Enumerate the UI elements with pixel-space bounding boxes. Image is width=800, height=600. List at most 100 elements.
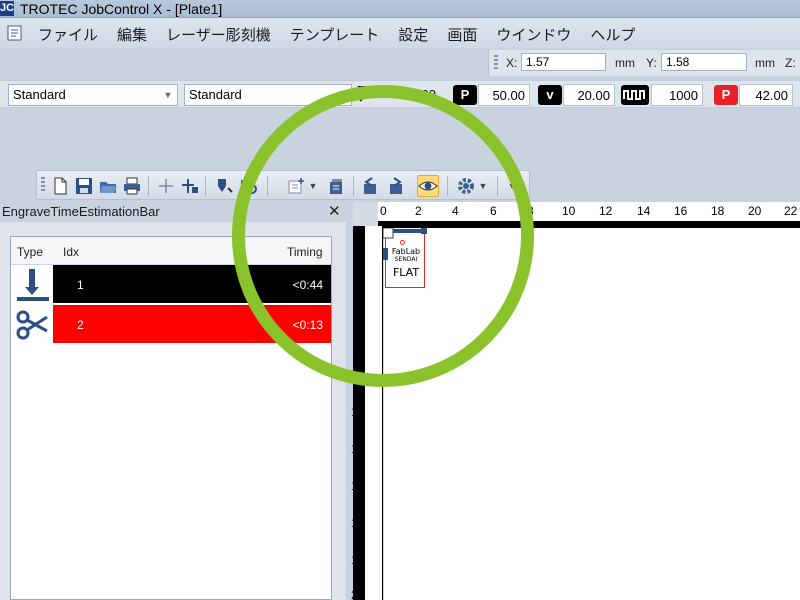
material-combo-value: Standard — [13, 87, 66, 102]
menu-help[interactable]: ヘルプ — [590, 24, 635, 45]
menu-bar: ファイル 編集 レーザー彫刻機 テンプレート 設定 画面 ウインドウ ヘルプ — [0, 18, 800, 48]
app-icon: JC — [0, 1, 15, 16]
queue-icon[interactable] — [325, 175, 347, 197]
ruler-tick: 20 — [748, 204, 762, 218]
toolbar-separator — [353, 176, 354, 196]
row-idx: 1 — [77, 278, 84, 292]
ruler-tick: 4 — [355, 294, 362, 308]
design-object[interactable]: FabLab SENDAI FLAT — [383, 228, 427, 288]
menu-laser-engraver[interactable]: レーザー彫刻機 — [166, 24, 271, 45]
velocity-input[interactable]: 20.00 — [563, 84, 615, 106]
table-row[interactable]: 2 <0:13 — [53, 305, 331, 343]
toolbar-separator — [447, 176, 448, 196]
menu-edit[interactable]: 編集 — [117, 24, 147, 45]
window-title: TROTEC JobControl X - [Plate1] — [20, 1, 223, 17]
menu-window[interactable]: ウインドウ — [496, 24, 571, 45]
save-icon[interactable] — [73, 175, 95, 197]
toolbar-separator — [205, 176, 206, 196]
menu-settings[interactable]: 設定 — [398, 24, 428, 45]
open-folder-icon[interactable] — [97, 175, 119, 197]
add-job-icon[interactable] — [285, 175, 307, 197]
menu-view[interactable]: 画面 — [447, 24, 477, 45]
toolbar-separator — [267, 176, 268, 196]
engrave-type-icon — [17, 269, 49, 301]
scissors-icon — [16, 310, 48, 340]
ruler-tick: 18 — [351, 553, 365, 567]
velocity-badge: v — [538, 85, 562, 105]
ruler-tick: 22 — [784, 204, 798, 218]
import-icon[interactable] — [359, 175, 381, 197]
toolbar-separator — [497, 176, 498, 196]
coordinate-bar: X: 1.57 mm Y: 1.58 mm Z: — [488, 50, 800, 76]
ruler-tick: 2 — [355, 256, 362, 270]
ruler-tick: 8 — [355, 368, 362, 382]
ruler-tick: 12 — [351, 442, 365, 456]
engrave-panel-header: EngraveTimeEstimationBar ✕ — [0, 202, 346, 222]
frequency-input[interactable]: 1000 — [651, 84, 703, 106]
row-timing: <0:13 — [292, 318, 323, 332]
parameter-bar: Standard ▼ Standard ▼ 5.00 P 50.00 v 20.… — [0, 80, 800, 108]
table-row[interactable]: 1 <0:44 — [53, 265, 331, 303]
row-idx: 2 — [77, 318, 84, 332]
ruler-tick: 0 — [380, 204, 387, 218]
power-input[interactable]: 50.00 — [478, 84, 530, 106]
column-header-timing[interactable]: Timing — [287, 245, 323, 259]
column-header-idx[interactable]: Idx — [63, 245, 79, 259]
thickness-icon — [358, 86, 376, 102]
engrave-panel-title: EngraveTimeEstimationBar — [2, 204, 160, 219]
chevron-down-icon[interactable]: ▼ — [335, 86, 349, 104]
settings-gear-icon[interactable] — [455, 175, 477, 197]
new-file-icon[interactable] — [49, 175, 71, 197]
crosshair-icon[interactable] — [155, 175, 177, 197]
process-combo-value: Standard — [189, 87, 242, 102]
ruler-tick: 20 — [351, 588, 365, 600]
ruler-tick: 18 — [711, 204, 725, 218]
export-icon[interactable] — [385, 175, 407, 197]
toolbar-grip-icon[interactable] — [41, 177, 45, 193]
toolbar-separator — [148, 176, 149, 196]
print-icon[interactable] — [121, 175, 143, 197]
close-icon[interactable]: ✕ — [328, 202, 341, 220]
menu-template[interactable]: テンプレート — [290, 24, 380, 45]
job-canvas[interactable] — [384, 228, 800, 600]
x-label: X: — [506, 56, 518, 70]
toolbar-grip-icon[interactable] — [494, 55, 498, 71]
x-coordinate-input[interactable]: 1.57 — [521, 53, 606, 71]
red-power-input[interactable]: 42.00 — [739, 84, 793, 106]
toolbar-dock-area — [0, 108, 800, 168]
design-text-line2: SENDAI — [394, 256, 418, 263]
preview-eye-icon[interactable] — [417, 175, 439, 197]
design-text-line3: FLAT — [392, 266, 420, 279]
z-label: Z: — [785, 56, 796, 70]
ruler-tick: 10 — [351, 405, 365, 419]
ruler-tick: 14 — [637, 204, 651, 218]
x-unit: mm — [615, 56, 635, 70]
laser-head-icon[interactable] — [213, 175, 235, 197]
y-coordinate-input[interactable]: 1.58 — [661, 53, 747, 71]
ruler-tick: 6 — [355, 331, 362, 345]
add-marker-icon[interactable] — [179, 175, 201, 197]
thickness-value[interactable]: 5.00 — [380, 84, 440, 106]
column-header-type[interactable]: Type — [17, 245, 43, 259]
title-bar: JC TROTEC JobControl X - [Plate1] — [0, 0, 800, 18]
chevron-down-icon[interactable]: ▼ — [161, 86, 175, 104]
process-combo[interactable]: Standard ▼ — [184, 84, 352, 106]
chevron-down-icon[interactable]: ▼ — [477, 175, 489, 197]
red-power-badge: P — [714, 85, 738, 105]
ruler-tick: 12 — [599, 204, 613, 218]
ruler-tick: 8 — [527, 204, 534, 218]
document-menu-icon[interactable] — [6, 24, 24, 42]
chevron-down-icon[interactable]: ▼ — [307, 175, 319, 197]
frequency-wave-icon — [621, 85, 649, 105]
engrave-time-grid: Type Idx Timing 1 <0:44 2 <0:13 — [10, 236, 332, 600]
row-timing: <0:44 — [292, 278, 323, 292]
hole-mark — [400, 240, 405, 245]
menu-file[interactable]: ファイル — [38, 24, 98, 45]
ruler-tick: 6 — [490, 204, 497, 218]
material-combo[interactable]: Standard ▼ — [8, 84, 178, 106]
laser-process-icon[interactable] — [237, 175, 259, 197]
ruler-tick: 14 — [351, 479, 365, 493]
power-badge: P — [453, 85, 477, 105]
toolbar-options-icon[interactable]: ▾ — [505, 175, 519, 197]
main-toolbar: ▼ ▼ ▾ — [36, 170, 530, 200]
